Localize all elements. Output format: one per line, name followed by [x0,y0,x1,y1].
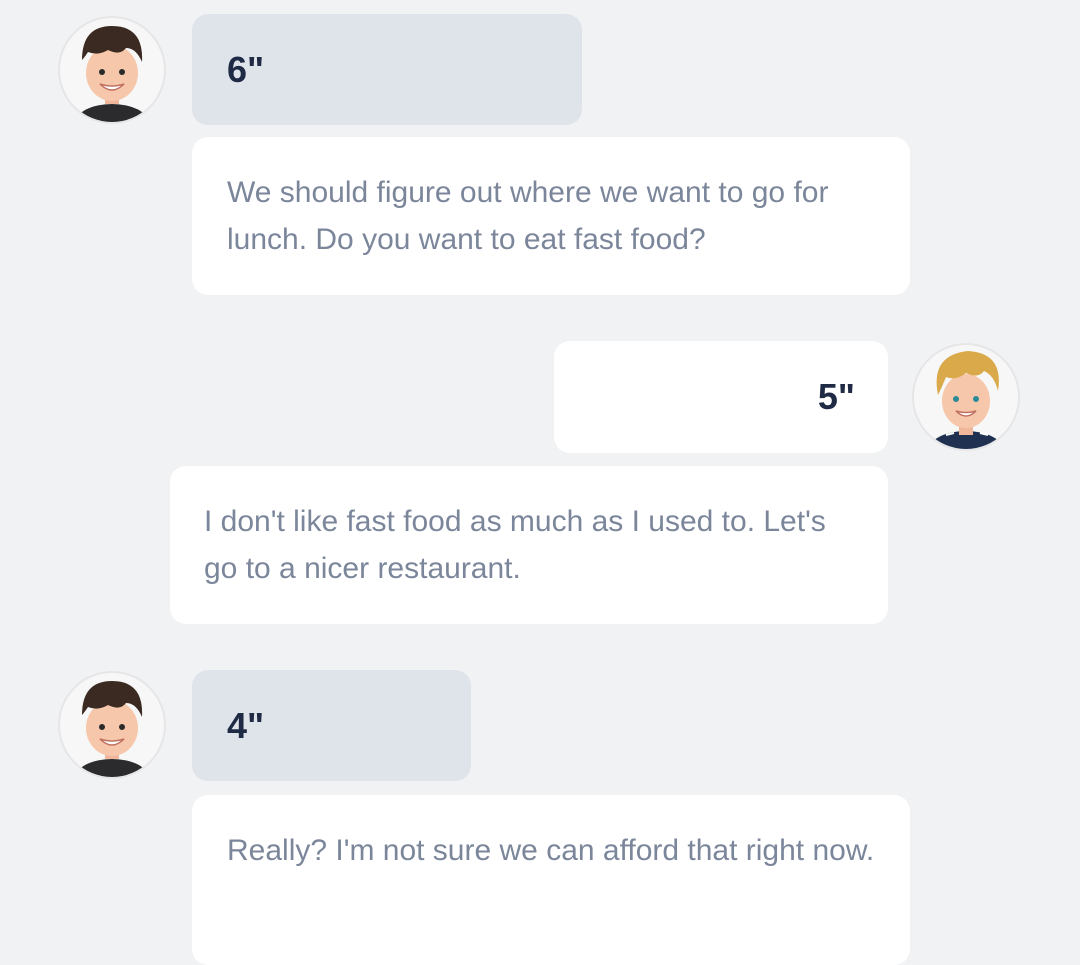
message-text-bubble: Really? I'm not sure we can afford that … [192,795,910,965]
duration-label: 5" [817,376,855,417]
message-text: I don't like fast food as much as I used… [204,505,826,585]
voice-message-button[interactable]: 4" [192,670,471,781]
message-text: We should figure out where we want to go… [227,176,829,256]
blonde-boy-avatar-icon [912,343,1020,451]
voice-message-button[interactable]: 5" [554,341,888,453]
dark-haired-boy-avatar-icon [58,671,166,779]
duration-label: 6" [227,48,265,90]
message-text-bubble: I don't like fast food as much as I used… [170,466,888,624]
voice-message-button[interactable]: 6" [192,14,582,125]
message-text-bubble: We should figure out where we want to go… [192,137,910,295]
message-text: Really? I'm not sure we can afford that … [227,834,875,867]
duration-label: 4" [227,704,265,746]
dark-haired-boy-avatar-icon [58,16,166,124]
